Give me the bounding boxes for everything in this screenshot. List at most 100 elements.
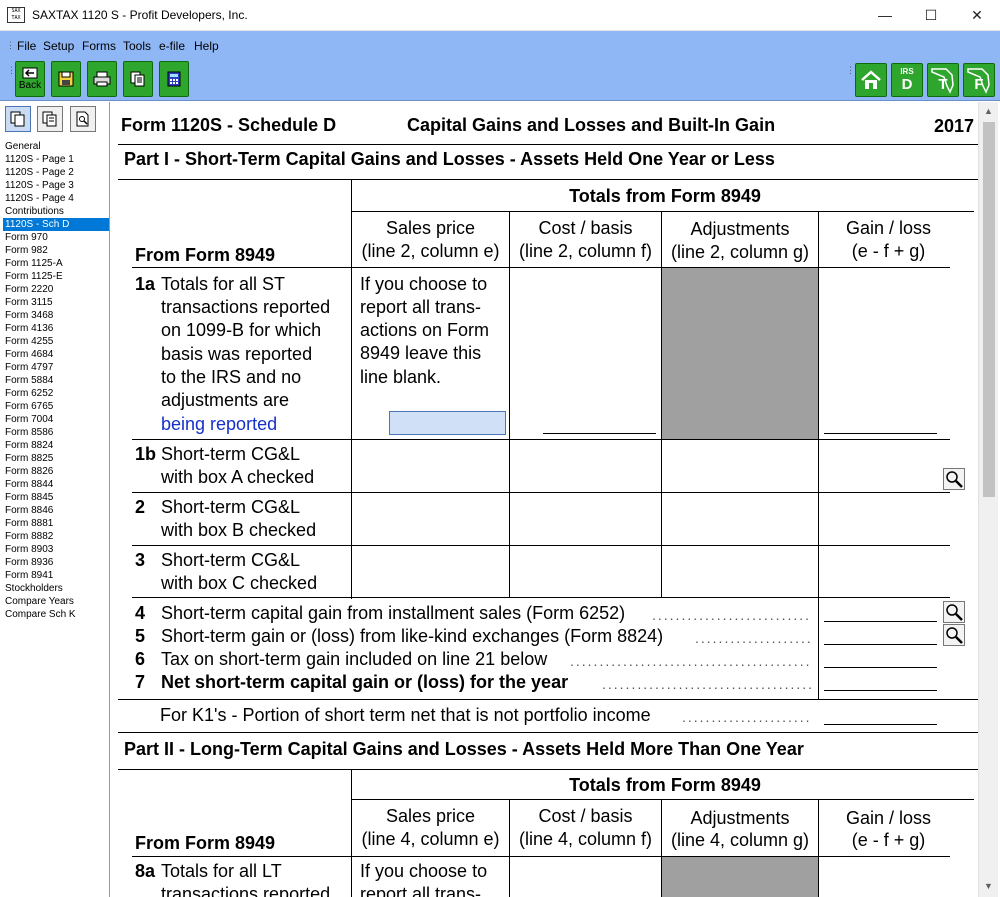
sidebar-item-form-2220[interactable]: Form 2220	[3, 283, 109, 296]
sidebar-item-form-8825[interactable]: Form 8825	[3, 452, 109, 465]
sidebar-item-1120s-page-1[interactable]: 1120S - Page 1	[3, 153, 109, 166]
sidebar-item-1120s-sch-d[interactable]: 1120S - Sch D	[3, 218, 109, 231]
p2-col-sales-price-l1: Sales price	[385, 806, 476, 826]
sidebar-item-form-970[interactable]: Form 970	[3, 231, 109, 244]
line-1a-text-6: adjustments are	[161, 390, 290, 410]
line-8a-text-2: transactions reported	[161, 884, 331, 897]
sidebar-item-form-1125-a[interactable]: Form 1125-A	[3, 257, 109, 270]
sidebar-item-form-8824[interactable]: Form 8824	[3, 439, 109, 452]
k1-leader: ...........................	[682, 709, 812, 725]
sidebar-toolbar	[0, 102, 110, 136]
col-adjustments-l1: Adjustments	[690, 219, 790, 239]
sidebar-item-form-8903[interactable]: Form 8903	[3, 543, 109, 556]
sidebar-item-form-8936[interactable]: Form 8936	[3, 556, 109, 569]
sidebar-item-form-8845[interactable]: Form 8845	[3, 491, 109, 504]
line-1a-cost-basis-field[interactable]	[543, 433, 656, 434]
col-cost-basis-l2: (line 2, column f)	[518, 241, 653, 261]
sidebar-item-1120s-page-3[interactable]: 1120S - Page 3	[3, 179, 109, 192]
col-cost-basis-l1: Cost / basis	[538, 218, 633, 238]
calculator-icon	[167, 71, 181, 87]
line-2-num: 2	[135, 497, 146, 517]
sidebar-item-form-982[interactable]: Form 982	[3, 244, 109, 257]
menu-file[interactable]: File	[17, 39, 36, 53]
preview-button[interactable]	[70, 106, 96, 132]
sidebar-item-form-8826[interactable]: Form 8826	[3, 465, 109, 478]
sidebar-item-form-8844[interactable]: Form 8844	[3, 478, 109, 491]
menu-efile[interactable]: e-file	[159, 39, 185, 53]
sidebar-item-form-5884[interactable]: Form 5884	[3, 374, 109, 387]
sidebar-item-stockholders[interactable]: Stockholders	[3, 582, 109, 595]
line-1a-note-3: actions on Form	[360, 320, 490, 340]
sidebar-item-form-4255[interactable]: Form 4255	[3, 335, 109, 348]
sidebar-item-form-6252[interactable]: Form 6252	[3, 387, 109, 400]
scroll-thumb[interactable]	[983, 122, 995, 497]
window-title: SAXTAX 1120 S - Profit Developers, Inc.	[32, 8, 248, 22]
sidebar-item-general[interactable]: General	[3, 140, 109, 153]
sidebar-item-form-3115[interactable]: Form 3115	[3, 296, 109, 309]
line-3-text-2: with box C checked	[161, 573, 318, 593]
line-8a-note-2: report all trans-	[360, 884, 482, 897]
row-rule-1b	[132, 492, 950, 493]
home-button[interactable]	[855, 63, 887, 97]
copy-pages-button[interactable]	[37, 106, 63, 132]
irs-label: IRS	[900, 67, 914, 76]
sidebar-item-form-4797[interactable]: Form 4797	[3, 361, 109, 374]
save-button[interactable]	[51, 61, 81, 97]
line-1b-lookup-button[interactable]	[943, 468, 965, 490]
line-4-field[interactable]	[824, 621, 937, 622]
line-4-lookup-button[interactable]	[943, 601, 965, 623]
minimize-button[interactable]: —	[862, 0, 908, 31]
k1-field[interactable]	[824, 724, 937, 725]
sidebar-item-form-8586[interactable]: Form 8586	[3, 426, 109, 439]
calculator-button[interactable]	[159, 61, 189, 97]
sidebar-item-form-6765[interactable]: Form 6765	[3, 400, 109, 413]
print-button[interactable]	[87, 61, 117, 97]
col-divider-1	[509, 212, 510, 597]
copy-button[interactable]	[123, 61, 153, 97]
line-7-field[interactable]	[824, 690, 937, 691]
back-button[interactable]: Back	[15, 61, 45, 97]
sidebar-item-1120s-page-4[interactable]: 1120S - Page 4	[3, 192, 109, 205]
sidebar-item-compare-sch-k[interactable]: Compare Sch K	[3, 608, 109, 621]
sidebar-item-form-1125-e[interactable]: Form 1125-E	[3, 270, 109, 283]
sidebar-item-form-8846[interactable]: Form 8846	[3, 504, 109, 517]
part1-bottom-rule	[118, 699, 978, 700]
line-1a-note-1: If you choose to	[360, 274, 488, 294]
line-6-field[interactable]	[824, 667, 937, 668]
sidebar-item-form-8882[interactable]: Form 8882	[3, 530, 109, 543]
irs-d-button[interactable]: IRS D	[891, 63, 923, 97]
menu-forms[interactable]: Forms	[82, 39, 116, 53]
being-reported-link[interactable]: being reported	[161, 413, 277, 436]
menu-grip: ⋮	[6, 40, 15, 50]
line-1a-sales-price-input[interactable]	[389, 411, 506, 435]
line-8a-note-1: If you choose to	[360, 861, 488, 881]
menu-setup[interactable]: Setup	[43, 39, 74, 53]
sidebar-item-contributions[interactable]: Contributions	[3, 205, 109, 218]
sidebar-item-form-3468[interactable]: Form 3468	[3, 309, 109, 322]
scroll-down-arrow-icon[interactable]: ▼	[984, 881, 993, 891]
col-gain-loss-l2: (e - f + g)	[851, 241, 926, 261]
florida-f-button[interactable]: F	[963, 63, 995, 97]
line-1a-gain-loss-field[interactable]	[824, 433, 937, 434]
close-button[interactable]: ✕	[954, 0, 1000, 31]
line-4-num: 4	[135, 603, 146, 623]
florida-t-button[interactable]: T	[927, 63, 959, 97]
sidebar-item-form-8881[interactable]: Form 8881	[3, 517, 109, 530]
vertical-scrollbar[interactable]: ▲ ▼	[978, 102, 998, 897]
line-5-field[interactable]	[824, 644, 937, 645]
line-5-lookup-button[interactable]	[943, 624, 965, 646]
pages-button[interactable]	[5, 106, 31, 132]
menu-help[interactable]: Help	[194, 39, 219, 53]
magnifier-icon	[946, 604, 963, 621]
sidebar-item-compare-years[interactable]: Compare Years	[3, 595, 109, 608]
scroll-up-arrow-icon[interactable]: ▲	[984, 106, 993, 116]
form-year: 2017	[934, 116, 975, 136]
line-8a-text-1: Totals for all LT	[161, 861, 282, 881]
sidebar-item-form-4136[interactable]: Form 4136	[3, 322, 109, 335]
sidebar-item-1120s-page-2[interactable]: 1120S - Page 2	[3, 166, 109, 179]
sidebar-item-form-8941[interactable]: Form 8941	[3, 569, 109, 582]
maximize-button[interactable]: ☐	[908, 0, 954, 31]
menu-tools[interactable]: Tools	[123, 39, 151, 53]
sidebar-item-form-4684[interactable]: Form 4684	[3, 348, 109, 361]
sidebar-item-form-7004[interactable]: Form 7004	[3, 413, 109, 426]
